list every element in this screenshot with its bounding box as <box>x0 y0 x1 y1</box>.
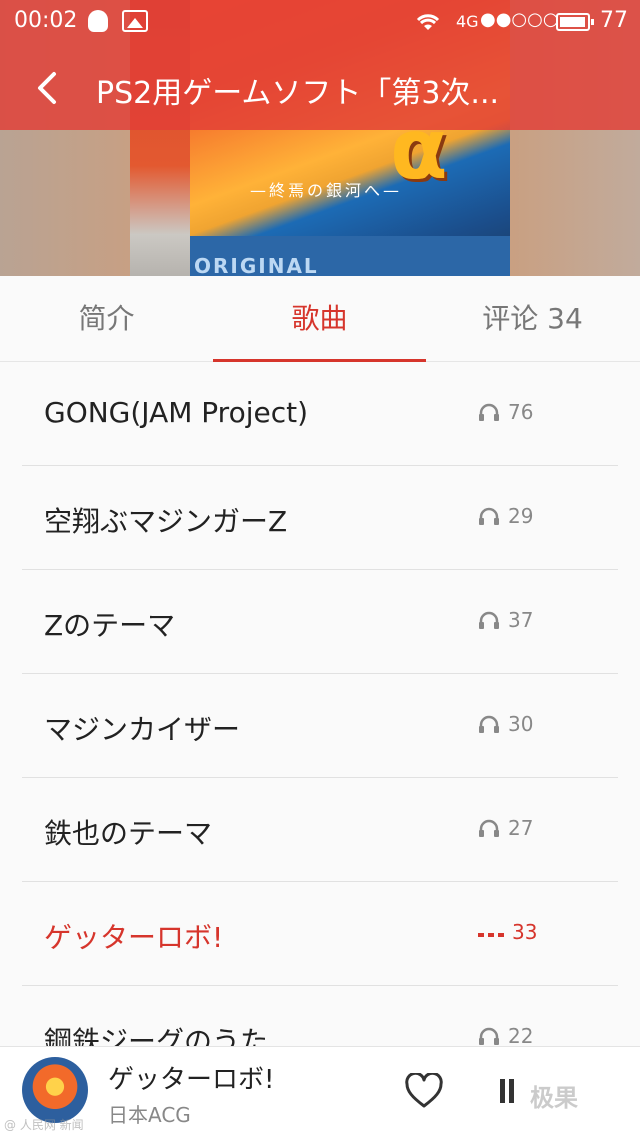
play-count: 29 <box>478 504 533 528</box>
song-row[interactable]: GONG(JAM Project) 76 <box>22 362 618 466</box>
now-playing-title: ゲッターロボ! <box>108 1065 275 1095</box>
play-count: 30 <box>478 712 533 736</box>
song-row[interactable]: 鉄也のテーマ 27 <box>22 778 618 882</box>
next-track-icon[interactable] <box>498 1075 532 1107</box>
headphones-icon <box>479 715 499 733</box>
play-count-value: 30 <box>508 712 534 736</box>
battery-icon <box>556 13 594 31</box>
headphones-icon <box>479 403 499 421</box>
watermark-corner: @ 人民网 新闻 <box>4 1118 84 1132</box>
tab-comments[interactable]: 评论 34 <box>426 276 639 362</box>
play-count: 76 <box>478 400 533 424</box>
battery-level: 77 <box>600 8 628 33</box>
image-notification-icon <box>122 10 148 32</box>
play-count: 27 <box>478 816 533 840</box>
play-count: 22 <box>478 1024 533 1046</box>
status-time: 00:02 <box>14 8 78 33</box>
qq-notification-icon <box>88 10 108 32</box>
nav-bar: PS2用ゲームソフト「第3次... <box>0 50 640 130</box>
headphones-icon <box>479 1027 499 1045</box>
play-count-value: 37 <box>508 608 534 632</box>
tab-songs[interactable]: 歌曲 <box>213 276 426 362</box>
song-row[interactable]: マジンカイザー 30 <box>22 674 618 778</box>
song-title: ゲッターロボ! <box>44 921 224 954</box>
now-playing-cover[interactable] <box>22 1057 88 1123</box>
song-row[interactable]: Zのテーマ 37 <box>22 570 618 674</box>
cover-original-label: ORIGINAL <box>194 254 319 276</box>
song-title: 鉄也のテーマ <box>44 817 213 850</box>
song-title: マジンカイザー <box>44 713 241 746</box>
play-count-value: 33 <box>512 920 538 944</box>
back-button[interactable] <box>28 66 72 110</box>
watermark-logo: 极果 <box>530 1084 578 1112</box>
song-row-playing[interactable]: ゲッターロボ! 33 <box>22 882 618 986</box>
like-heart-icon[interactable] <box>404 1073 444 1109</box>
headphones-icon <box>479 611 499 629</box>
song-list[interactable]: GONG(JAM Project) 76 空翔ぶマジンガーZ 29 Zのテーマ … <box>0 362 640 1046</box>
chevron-left-icon <box>38 72 56 104</box>
tab-intro[interactable]: 简介 <box>0 276 213 362</box>
now-playing-artist: 日本ACG <box>108 1103 191 1127</box>
play-count-value: 22 <box>508 1024 534 1046</box>
tab-bar: 简介 歌曲 评论 34 <box>0 276 640 362</box>
now-playing-icon <box>478 933 504 937</box>
wifi-icon <box>414 10 442 38</box>
album-header: α —終焉の銀河へ— ORIGINAL 00:02 4G ●●○○○ 77 PS… <box>0 0 640 276</box>
song-title: GONG(JAM Project) <box>44 396 309 429</box>
song-title: 空翔ぶマジンガーZ <box>44 505 288 538</box>
play-count: 33 <box>478 920 537 944</box>
play-count: 37 <box>478 608 533 632</box>
song-row[interactable]: 空翔ぶマジンガーZ 29 <box>22 466 618 570</box>
song-title: 鋼鉄ジーグのうた <box>44 1025 269 1046</box>
play-count-value: 76 <box>508 400 534 424</box>
headphones-icon <box>479 507 499 525</box>
play-count-value: 29 <box>508 504 534 528</box>
status-bar: 00:02 4G ●●○○○ 77 <box>0 0 640 44</box>
song-row[interactable]: 鋼鉄ジーグのうた 22 <box>22 986 618 1046</box>
song-title: Zのテーマ <box>44 609 176 642</box>
network-type: 4G <box>456 12 479 31</box>
page-title: PS2用ゲームソフト「第3次... <box>96 76 500 111</box>
headphones-icon <box>479 819 499 837</box>
play-count-value: 27 <box>508 816 534 840</box>
signal-strength: ●●○○○ <box>480 9 559 30</box>
cover-subtitle: —終焉の銀河へ— <box>250 181 403 200</box>
